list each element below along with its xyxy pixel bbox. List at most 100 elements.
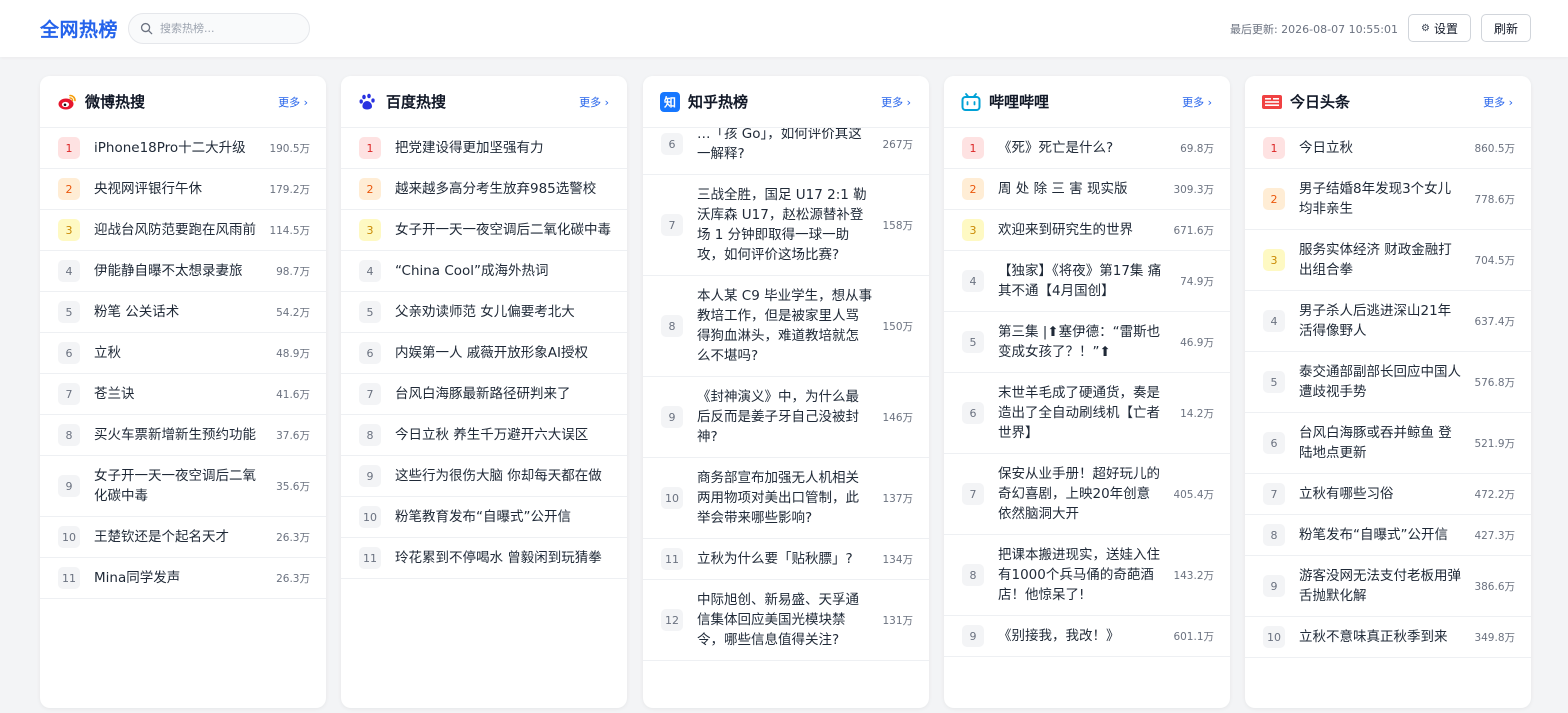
list-item[interactable]: 8 本人某 C9 毕业学生，想从事教培工作，但是被家里人骂得狗血淋头，难道教培就怎… <box>643 276 929 377</box>
item-title[interactable]: 玲花累到不停喝水 曾毅闲到玩猜拳 <box>395 538 611 578</box>
list-item[interactable]: 3 女子开一天一夜空调后二氧化碳中毒 <box>341 210 627 251</box>
list-item[interactable]: 3 服务实体经济 财政金融打出组合拳 704.5万 <box>1245 230 1531 291</box>
list-item[interactable]: 9 这些行为很伤大脑 你却每天都在做 <box>341 456 627 497</box>
item-title[interactable]: 粉笔教育发布“自曝式”公开信 <box>395 497 611 537</box>
item-title[interactable]: 保安从业手册！超好玩儿的奇幻喜剧，上映20年创意依然脑洞大开 <box>998 454 1163 534</box>
list-item[interactable]: 9 《别接我，我改！》 601.1万 <box>944 616 1230 657</box>
item-title[interactable]: 女子开一天一夜空调后二氧化碳中毒 <box>94 456 266 516</box>
item-title[interactable]: 越来越多高分考生放弃985选警校 <box>395 169 611 209</box>
item-title[interactable]: 父亲劝读师范 女儿偏要考北大 <box>395 292 611 332</box>
item-title[interactable]: 立秋为什么要「贴秋膘」? <box>697 539 872 579</box>
item-title[interactable]: 女子开一天一夜空调后二氧化碳中毒 <box>395 210 611 250</box>
item-title[interactable]: 末世羊毛成了硬通货，奏是造出了全自动刷线机【亡者世界】 <box>998 373 1170 453</box>
item-title[interactable]: 泰交通部副部长回应中国人遭歧视手势 <box>1299 352 1464 412</box>
search-input[interactable] <box>160 22 300 35</box>
list-item[interactable]: 5 父亲劝读师范 女儿偏要考北大 <box>341 292 627 333</box>
item-title[interactable]: “China Cool”成海外热词 <box>395 251 611 291</box>
item-title[interactable]: Mina同学发声 <box>94 558 266 598</box>
item-title[interactable]: 这些行为很伤大脑 你却每天都在做 <box>395 456 611 496</box>
list-item[interactable]: 7 三战全胜，国足 U17 2:1 勒沃库森 U17，赵松源替补登场 1 分钟即取… <box>643 175 929 276</box>
item-title[interactable]: 伊能静自曝不太想录妻旅 <box>94 251 266 291</box>
list-item[interactable]: 8 粉笔发布“自曝式”公开信 427.3万 <box>1245 515 1531 556</box>
list-item[interactable]: 10 王楚钦还是个起名天才 26.3万 <box>40 517 326 558</box>
list-item[interactable]: 7 苍兰诀 41.6万 <box>40 374 326 415</box>
item-title[interactable]: 游客没网无法支付老板用弹舌抛默化解 <box>1299 556 1464 616</box>
list-item[interactable]: 3 迎战台风防范要跑在风雨前 114.5万 <box>40 210 326 251</box>
item-title[interactable]: 台风白海豚或吞并鲸鱼 登陆地点更新 <box>1299 413 1464 473</box>
item-title[interactable]: 粉笔 公关话术 <box>94 292 266 332</box>
list-item[interactable]: 2 男子结婚8年发现3个女儿均非亲生 778.6万 <box>1245 169 1531 230</box>
list-item[interactable]: 4 伊能静自曝不太想录妻旅 98.7万 <box>40 251 326 292</box>
item-title[interactable]: 立秋不意味真正秋季到来 <box>1299 617 1464 657</box>
item-title[interactable]: …「孩 Go」，如何评价其这一解释? <box>697 128 872 174</box>
list-item[interactable]: 1 《死》死亡是什么? 69.8万 <box>944 128 1230 169</box>
item-title[interactable]: 立秋有哪些习俗 <box>1299 474 1464 514</box>
item-title[interactable]: 王楚钦还是个起名天才 <box>94 517 266 557</box>
board-list-viewport[interactable]: 1 今日立秋 860.5万 2 男子结婚8年发现3个女儿均非亲生 778.6万 3 服务实体经… <box>1245 128 1531 708</box>
item-title[interactable]: 台风白海豚最新路径研判来了 <box>395 374 611 414</box>
item-title[interactable]: 立秋 <box>94 333 266 373</box>
list-item[interactable]: 1 iPhone18Pro十二大升级 190.5万 <box>40 128 326 169</box>
list-item[interactable]: 2 央视网评银行午休 179.2万 <box>40 169 326 210</box>
item-title[interactable]: 今日立秋 养生千万避开六大误区 <box>395 415 611 455</box>
item-title[interactable]: 周 处 除 三 害 现实版 <box>998 169 1163 209</box>
more-link[interactable]: 更多 › <box>278 94 308 110</box>
list-item[interactable]: 12 中际旭创、新易盛、天孚通信集体回应美国光模块禁令，哪些信息值得关注? 131万 <box>643 580 929 661</box>
list-item[interactable]: 6 …「孩 Go」，如何评价其这一解释? 267万 <box>643 128 929 175</box>
more-link[interactable]: 更多 › <box>1483 94 1513 110</box>
item-title[interactable]: 欢迎来到研究生的世界 <box>998 210 1163 250</box>
more-link[interactable]: 更多 › <box>579 94 609 110</box>
more-link[interactable]: 更多 › <box>881 94 911 110</box>
item-title[interactable]: 商务部宣布加强无人机相关两用物项对美出口管制，此举会带来哪些影响? <box>697 458 872 538</box>
item-title[interactable]: 内娱第一人 戚薇开放形象AI授权 <box>395 333 611 373</box>
list-item[interactable]: 4 【独家】《将夜》第17集 痛其不通【4月国创】 74.9万 <box>944 251 1230 312</box>
list-item[interactable]: 8 把课本搬进现实，送娃入住有1000个兵马俑的奇葩酒店！他惊呆了! 143.2万 <box>944 535 1230 616</box>
list-item[interactable]: 4 男子杀人后逃进深山21年活得像野人 637.4万 <box>1245 291 1531 352</box>
board-list-viewport[interactable]: 1 把党建设得更加坚强有力 2 越来越多高分考生放弃985选警校 3 女子开一天一夜空调后… <box>341 128 627 708</box>
item-title[interactable]: 男子结婚8年发现3个女儿均非亲生 <box>1299 169 1464 229</box>
list-item[interactable]: 6 台风白海豚或吞并鲸鱼 登陆地点更新 521.9万 <box>1245 413 1531 474</box>
list-item[interactable]: 6 内娱第一人 戚薇开放形象AI授权 <box>341 333 627 374</box>
item-title[interactable]: 《封神演义》中，为什么最后反而是姜子牙自己没被封神? <box>697 377 872 457</box>
item-title[interactable]: 《死》死亡是什么? <box>998 128 1170 168</box>
list-item[interactable]: 11 立秋为什么要「贴秋膘」? 134万 <box>643 539 929 580</box>
list-item[interactable]: 5 第三集 |⬆塞伊德：“雷斯也变成女孩了？！”⬆ 46.9万 <box>944 312 1230 373</box>
item-title[interactable]: 今日立秋 <box>1299 128 1464 168</box>
item-title[interactable]: 本人某 C9 毕业学生，想从事教培工作，但是被家里人骂得狗血淋头，难道教培就怎么… <box>697 276 872 376</box>
search-box[interactable] <box>128 13 310 44</box>
settings-button[interactable]: ⚙ 设置 <box>1408 14 1471 42</box>
list-item[interactable]: 2 周 处 除 三 害 现实版 309.3万 <box>944 169 1230 210</box>
item-title[interactable]: 把课本搬进现实，送娃入住有1000个兵马俑的奇葩酒店！他惊呆了! <box>998 535 1163 615</box>
item-title[interactable]: 中际旭创、新易盛、天孚通信集体回应美国光模块禁令，哪些信息值得关注? <box>697 580 872 660</box>
list-item[interactable]: 10 商务部宣布加强无人机相关两用物项对美出口管制，此举会带来哪些影响? 137万 <box>643 458 929 539</box>
more-link[interactable]: 更多 › <box>1182 94 1212 110</box>
list-item[interactable]: 11 玲花累到不停喝水 曾毅闲到玩猜拳 <box>341 538 627 579</box>
list-item[interactable]: 9 女子开一天一夜空调后二氧化碳中毒 35.6万 <box>40 456 326 517</box>
list-item[interactable]: 2 越来越多高分考生放弃985选警校 <box>341 169 627 210</box>
list-item[interactable]: 5 泰交通部副部长回应中国人遭歧视手势 576.8万 <box>1245 352 1531 413</box>
list-item[interactable]: 1 把党建设得更加坚强有力 <box>341 128 627 169</box>
item-title[interactable]: 男子杀人后逃进深山21年活得像野人 <box>1299 291 1464 351</box>
item-title[interactable]: 【独家】《将夜》第17集 痛其不通【4月国创】 <box>998 251 1170 311</box>
item-title[interactable]: 央视网评银行午休 <box>94 169 259 209</box>
list-item[interactable]: 11 Mina同学发声 26.3万 <box>40 558 326 599</box>
list-item[interactable]: 7 保安从业手册！超好玩儿的奇幻喜剧，上映20年创意依然脑洞大开 405.4万 <box>944 454 1230 535</box>
item-title[interactable]: 三战全胜，国足 U17 2:1 勒沃库森 U17，赵松源替补登场 1 分钟即取得… <box>697 175 872 275</box>
list-item[interactable]: 6 立秋 48.9万 <box>40 333 326 374</box>
board-list-viewport[interactable]: 1 《死》死亡是什么? 69.8万 2 周 处 除 三 害 现实版 309.3万 3 欢迎来到… <box>944 128 1230 708</box>
list-item[interactable]: 9 游客没网无法支付老板用弹舌抛默化解 386.6万 <box>1245 556 1531 617</box>
item-title[interactable]: 苍兰诀 <box>94 374 266 414</box>
list-item[interactable]: 1 今日立秋 860.5万 <box>1245 128 1531 169</box>
list-item[interactable]: 5 粉笔 公关话术 54.2万 <box>40 292 326 333</box>
list-item[interactable]: 7 立秋有哪些习俗 472.2万 <box>1245 474 1531 515</box>
list-item[interactable]: 8 买火车票新增新生预约功能 37.6万 <box>40 415 326 456</box>
list-item[interactable]: 10 粉笔教育发布“自曝式”公开信 <box>341 497 627 538</box>
board-list-viewport[interactable]: 6 …「孩 Go」，如何评价其这一解释? 267万 7 三战全胜，国足 U17 2:1 … <box>643 128 929 708</box>
item-title[interactable]: 粉笔发布“自曝式”公开信 <box>1299 515 1464 555</box>
list-item[interactable]: 8 今日立秋 养生千万避开六大误区 <box>341 415 627 456</box>
board-list-viewport[interactable]: 1 iPhone18Pro十二大升级 190.5万 2 央视网评银行午休 179.2万 3 迎… <box>40 128 326 708</box>
list-item[interactable]: 9 《封神演义》中，为什么最后反而是姜子牙自己没被封神? 146万 <box>643 377 929 458</box>
item-title[interactable]: 《别接我，我改！》 <box>998 616 1163 656</box>
item-title[interactable]: 把党建设得更加坚强有力 <box>395 128 611 168</box>
list-item[interactable]: 3 欢迎来到研究生的世界 671.6万 <box>944 210 1230 251</box>
